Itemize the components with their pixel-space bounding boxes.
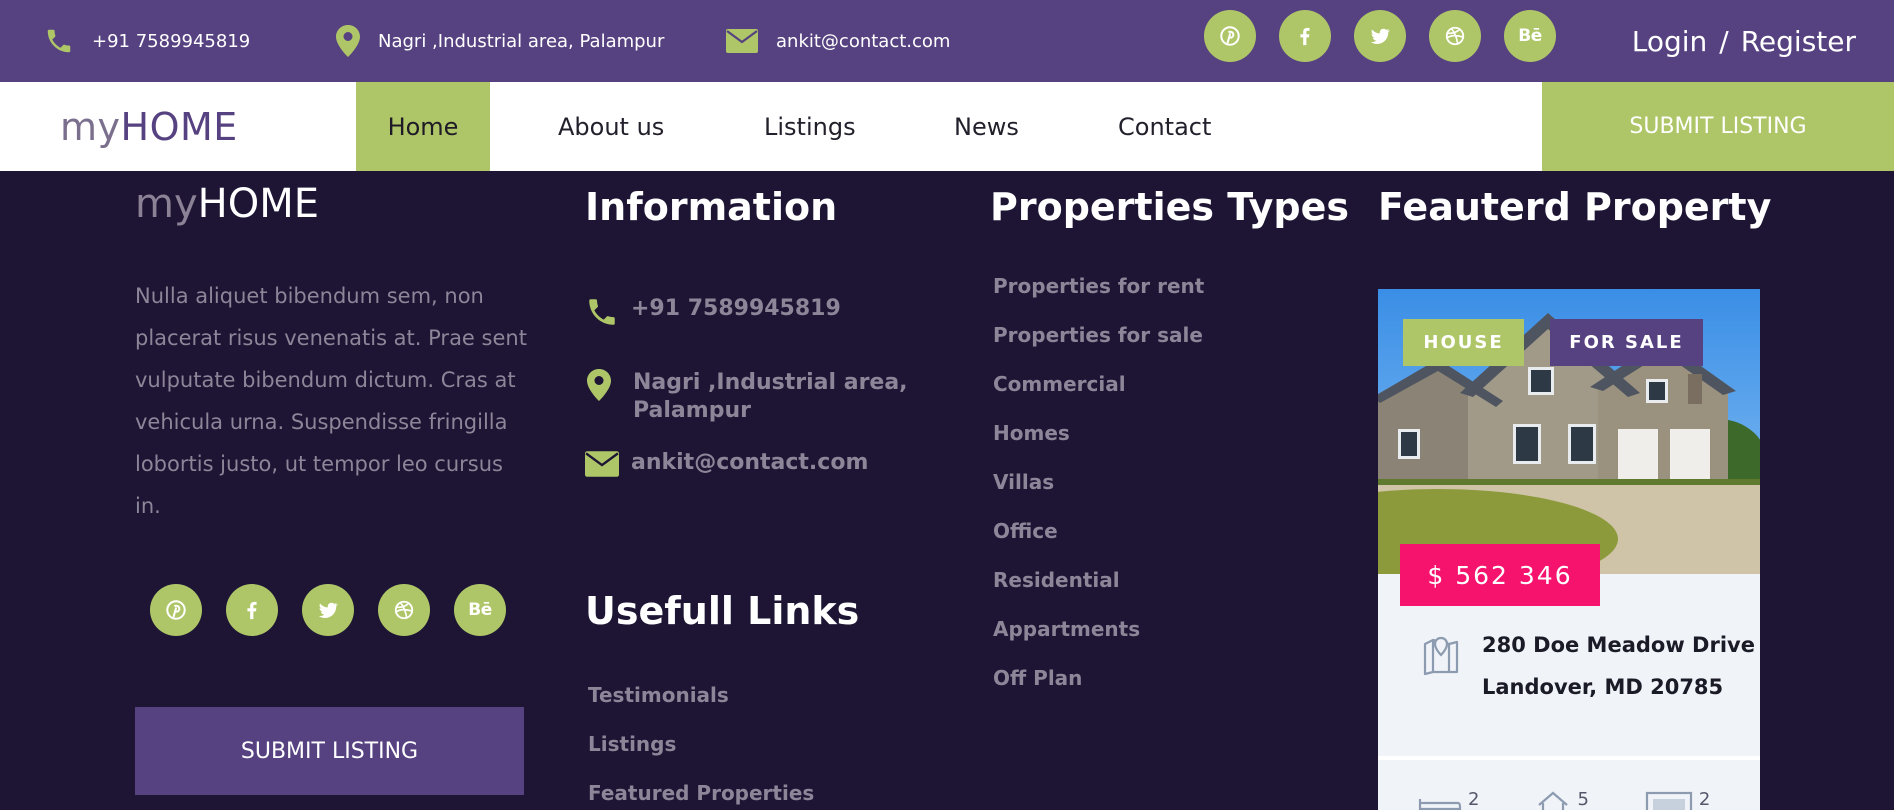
garages-count: 2 [1698,789,1711,810]
footer-social-links: Bē [150,584,530,636]
facebook-icon [1300,27,1310,46]
nav-contact[interactable]: Contact [1118,82,1211,171]
footer-pinterest-button[interactable] [150,584,202,636]
footer-logo[interactable]: myHOME [135,181,319,227]
logo-home: HOME [120,104,238,149]
pinterest-icon [1220,26,1240,46]
register-link[interactable]: Register [1741,25,1856,58]
nav-submit-listing-button[interactable]: SUBMIT LISTING [1542,82,1894,171]
property-address-line1: 280 Doe Meadow Drive [1482,633,1755,657]
bed-icon [1418,799,1462,810]
auth-links: Login / Register [1632,0,1856,82]
topbar-address[interactable]: Nagri ,Industrial area, Palampur [336,0,664,82]
envelope-icon [585,451,619,477]
topbar-social-links: Bē [1204,10,1579,62]
footer-dribbble-button[interactable] [378,584,430,636]
property-status-badge[interactable]: FOR SALE [1550,319,1703,366]
useful-link-featured-properties[interactable]: Featured Properties [588,779,814,810]
property-types-title: Properties Types [990,185,1349,229]
twitter-button[interactable] [1354,10,1406,62]
info-phone[interactable]: +91 7589945819 [585,295,841,329]
nav-news[interactable]: News [954,82,1019,171]
rooms-count: 5 [1577,789,1589,810]
house-icon [1538,791,1569,810]
login-link[interactable]: Login [1632,25,1708,58]
twitter-icon [1370,28,1391,44]
type-link-homes[interactable]: Homes [993,419,1204,468]
nav-about-us[interactable]: About us [558,82,664,171]
pinterest-icon [166,600,186,620]
bedrooms-count: 2 [1468,789,1480,810]
type-link-residential[interactable]: Residential [993,566,1204,615]
property-price: $ 562 346 [1400,544,1600,606]
info-phone-text: +91 7589945819 [631,296,841,321]
info-email-text: ankit@contact.com [631,450,869,475]
footer-facebook-button[interactable] [226,584,278,636]
property-address: 280 Doe Meadow Drive Landover, MD 20785 [1482,624,1755,708]
location-pin-icon [336,25,360,57]
phone-icon [47,29,71,53]
nav-listings[interactable]: Listings [764,82,856,171]
rooms-stat: 5 [1535,789,1589,810]
behance-button[interactable]: Bē [1504,10,1556,62]
type-link-rent[interactable]: Properties for rent [993,272,1204,321]
bedrooms-stat: 2 [1418,789,1479,810]
footer-about-text: Nulla aliquet bibendum sem, non placerat… [135,284,527,518]
footer-behance-button[interactable]: Bē [454,584,506,636]
main-navigation: my HOME Home About us Listings News Conta… [0,82,1894,171]
location-pin-icon [587,369,611,401]
property-stats: 2 5 2 [1418,789,1760,810]
garages-stat: 2 [1645,789,1710,810]
site-logo[interactable]: my HOME [60,82,238,171]
dribbble-icon [394,600,414,620]
featured-property-card[interactable]: HOUSE FOR SALE $ 562 346 280 Doe Meadow … [1378,289,1760,810]
property-types-list: Properties for rent Properties for sale … [993,272,1204,713]
info-email[interactable]: ankit@contact.com [585,449,868,477]
useful-links-list: Testimonials Listings Featured Propertie… [588,681,814,810]
topbar-phone[interactable]: +91 7589945819 [44,0,250,82]
type-link-off-plan[interactable]: Off Plan [993,664,1204,713]
auth-separator: / [1719,24,1729,58]
envelope-icon [726,29,758,53]
type-link-appartments[interactable]: Appartments [993,615,1204,664]
pinterest-button[interactable] [1204,10,1256,62]
behance-icon: Bē [1518,26,1542,46]
property-address-line2: Landover, MD 20785 [1482,675,1724,699]
card-divider [1378,756,1760,760]
logo-my: my [60,104,121,149]
useful-link-testimonials[interactable]: Testimonials [588,681,814,730]
featured-property-title: Feauterd Property [1378,185,1772,229]
topbar-email-text: ankit@contact.com [776,30,951,52]
info-address-text: Nagri ,Industrial area, Palampur [633,370,908,423]
top-bar: +91 7589945819 Nagri ,Industrial area, P… [0,0,1894,82]
facebook-icon [247,601,257,620]
footer-logo-home: HOME [197,181,319,227]
useful-links-title: Usefull Links [585,589,860,633]
nav-home[interactable]: Home [356,82,490,171]
topbar-email[interactable]: ankit@contact.com [726,0,950,82]
type-link-villas[interactable]: Villas [993,468,1204,517]
behance-icon: Bē [468,600,492,620]
garage-icon [1645,791,1693,810]
type-link-office[interactable]: Office [993,517,1204,566]
dribbble-button[interactable] [1429,10,1481,62]
property-type-badge[interactable]: HOUSE [1403,319,1524,366]
useful-link-listings[interactable]: Listings [588,730,814,779]
footer-twitter-button[interactable] [302,584,354,636]
type-link-commercial[interactable]: Commercial [993,370,1204,419]
topbar-address-text: Nagri ,Industrial area, Palampur [378,30,665,52]
info-address[interactable]: Nagri ,Industrial area, Palampur [585,369,945,425]
map-pin-icon [1423,636,1459,676]
topbar-phone-text: +91 7589945819 [92,30,251,52]
type-link-sale[interactable]: Properties for sale [993,321,1204,370]
footer: myHOME Nulla aliquet bibendum sem, non p… [0,171,1894,810]
facebook-button[interactable] [1279,10,1331,62]
footer-logo-my: my [135,181,198,227]
information-title: Information [585,185,838,229]
dribbble-icon [1445,26,1465,46]
footer-submit-listing-button[interactable]: SUBMIT LISTING [135,707,524,795]
phone-icon [589,299,615,325]
twitter-icon [318,602,339,618]
